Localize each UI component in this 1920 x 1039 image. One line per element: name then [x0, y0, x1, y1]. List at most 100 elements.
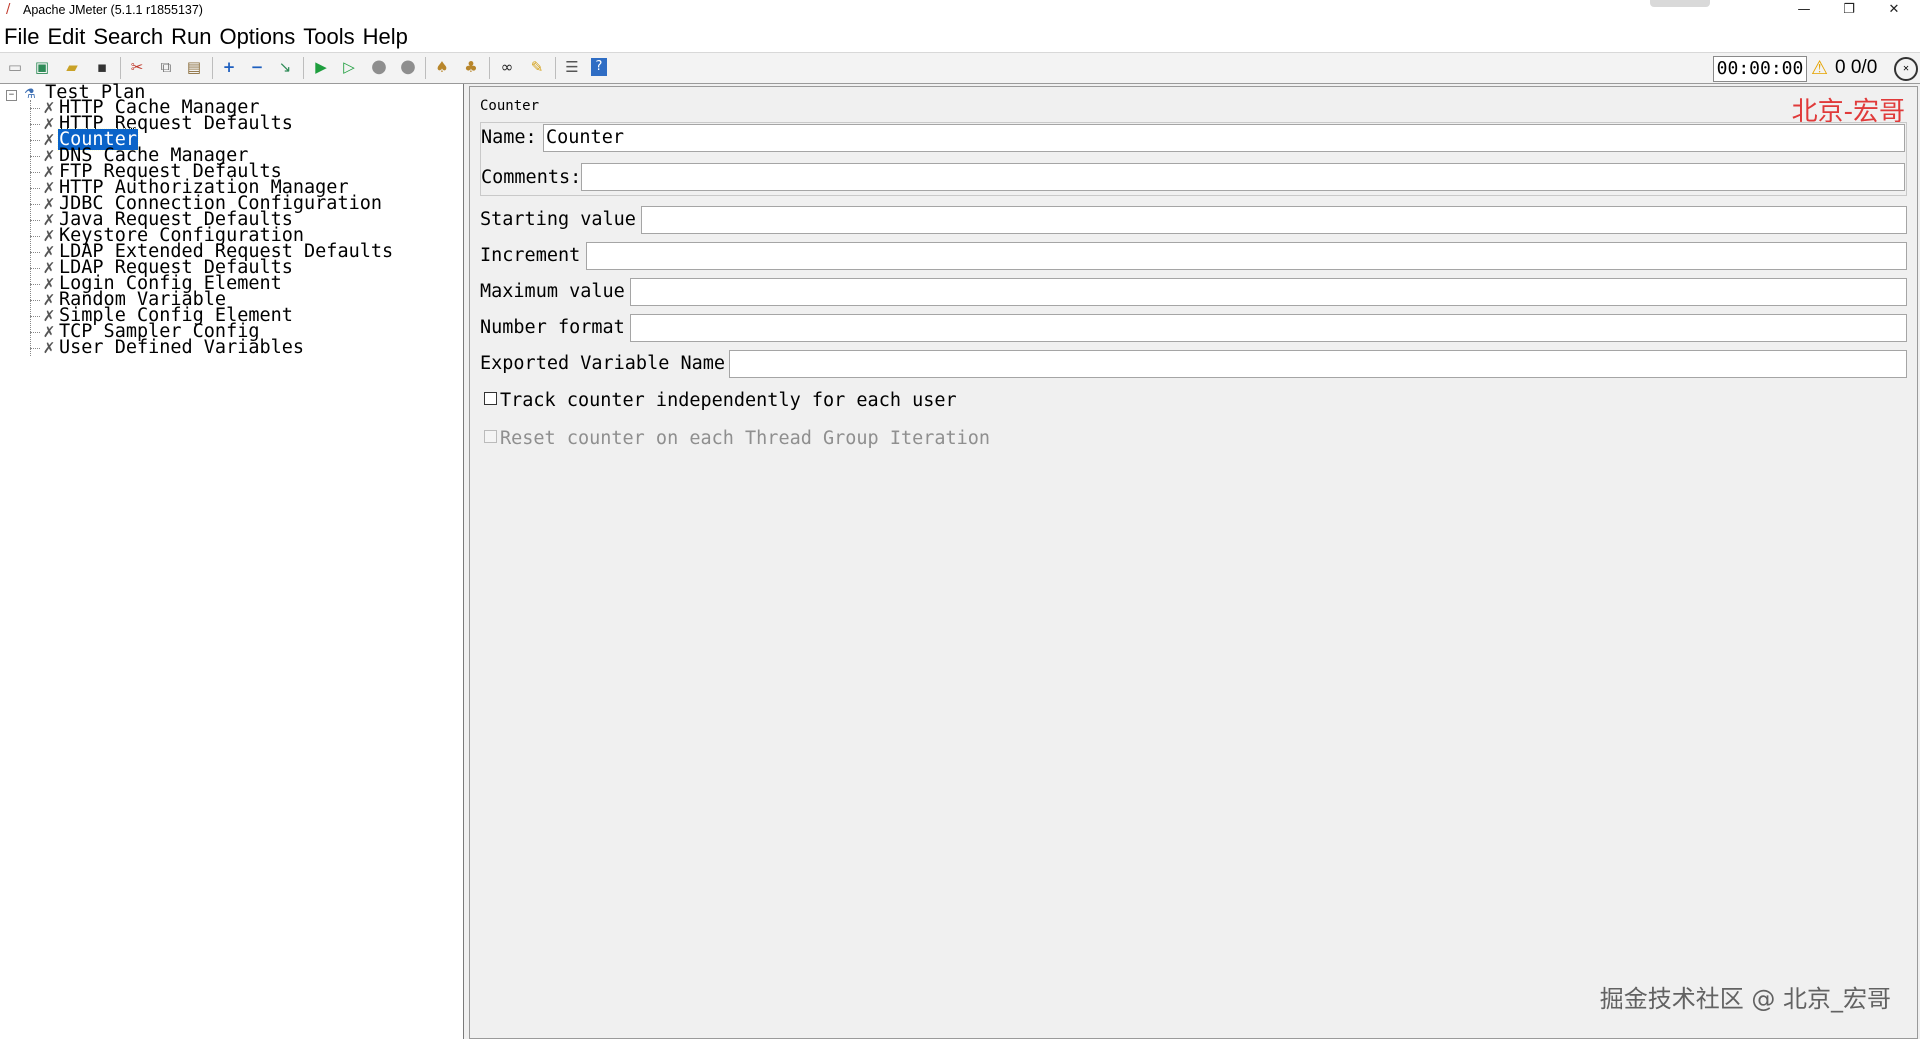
tree-connector	[30, 267, 40, 269]
warning-indicator[interactable]: ⚠	[1811, 58, 1828, 78]
close-button[interactable]: ✕	[1872, 0, 1916, 22]
collapse-toggle-icon[interactable]: −	[6, 90, 17, 101]
thread-counts: 0/0	[1850, 57, 1878, 78]
test-plan-tree: − ⚗ Test Plan ✗ HTTP Cache Manager ✗ HTTP R…	[0, 83, 464, 1039]
maximum-value-label: Maximum value	[480, 281, 625, 302]
config-element-icon: ✗	[42, 227, 56, 245]
exported-variable-field[interactable]	[729, 350, 1907, 378]
minimize-button[interactable]: —	[1782, 0, 1826, 22]
stop-icon[interactable]: ●	[369, 57, 389, 77]
tree-item[interactable]: ✗ User Defined Variables	[30, 337, 305, 358]
open-icon[interactable]: ▰	[62, 57, 82, 77]
toolbar: ▭ ▣ ▰ ▪ ✂ ⧉ ▤ + − ↘ ▶ ▷ ● ● ♠ ♣ ∞ ✎ ☰ ? …	[0, 53, 1920, 84]
menu-run[interactable]: Run	[167, 22, 215, 50]
config-element-icon: ✗	[42, 211, 56, 229]
exported-variable-label: Exported Variable Name	[480, 353, 726, 374]
track-counter-checkbox[interactable]: Track counter independently for each use…	[484, 388, 957, 414]
templates-icon[interactable]: ▣	[32, 57, 52, 77]
comments-label: Comments:	[481, 167, 582, 188]
config-element-icon: ✗	[42, 195, 56, 213]
toolbar-separator	[555, 57, 556, 79]
config-element-icon: ✗	[42, 275, 56, 293]
tree-connector	[30, 171, 40, 173]
cut-icon[interactable]: ✂	[127, 57, 147, 77]
elapsed-timer: 00:00:00	[1713, 56, 1807, 82]
toolbar-separator	[120, 57, 121, 79]
name-field[interactable]: Counter	[543, 124, 1905, 152]
shutdown-icon[interactable]: ●	[398, 57, 418, 77]
clear-all-icon[interactable]: ♣	[461, 57, 481, 77]
expand-icon[interactable]: +	[219, 57, 239, 77]
config-element-icon: ✗	[42, 323, 56, 341]
warning-count: 0	[1835, 57, 1846, 78]
title-grip	[1650, 0, 1710, 7]
menu-search[interactable]: Search	[89, 22, 167, 50]
menu-tools[interactable]: Tools	[299, 22, 358, 50]
config-element-icon: ✗	[42, 259, 56, 277]
start-no-pause-icon[interactable]: ▷	[339, 57, 359, 77]
community-watermark: 掘金技术社区 @ 北京_宏哥	[1599, 985, 1891, 1013]
comments-field[interactable]	[581, 163, 1905, 191]
config-element-icon: ✗	[42, 147, 56, 165]
tree-connector	[30, 251, 40, 253]
config-element-icon: ✗	[42, 115, 56, 133]
tree-connector	[30, 187, 40, 189]
tree-connector	[30, 347, 40, 349]
toolbar-separator	[489, 57, 490, 79]
clear-icon[interactable]: ♠	[432, 57, 452, 77]
toolbar-separator	[425, 57, 426, 79]
menu-help[interactable]: Help	[359, 22, 412, 50]
tree-connector	[30, 139, 40, 141]
reset-counter-label: Reset counter on each Thread Group Itera…	[500, 428, 991, 449]
collapse-icon[interactable]: −	[247, 57, 267, 77]
config-element-icon: ✗	[42, 179, 56, 197]
track-counter-label: Track counter independently for each use…	[500, 390, 957, 411]
remote-status-icon[interactable]: ✕	[1894, 57, 1918, 81]
toggle-icon[interactable]: ↘	[275, 57, 295, 77]
warning-icon: ⚠	[1811, 57, 1829, 79]
restore-button[interactable]: ❐	[1827, 0, 1871, 22]
help-icon[interactable]: ?	[591, 58, 607, 76]
save-icon[interactable]: ▪	[92, 57, 112, 77]
config-element-icon: ✗	[42, 339, 56, 357]
new-icon[interactable]: ▭	[5, 57, 25, 77]
tree-connector	[30, 155, 40, 157]
maximum-value-field[interactable]	[630, 278, 1907, 306]
copy-icon[interactable]: ⧉	[156, 57, 176, 77]
checkbox-box[interactable]	[484, 392, 497, 405]
config-element-icon: ✗	[42, 99, 56, 117]
reset-search-icon[interactable]: ✎	[527, 57, 547, 77]
config-element-icon: ✗	[42, 163, 56, 181]
menu-options[interactable]: Options	[215, 22, 299, 50]
function-helper-icon[interactable]: ☰	[562, 57, 582, 77]
tree-connector	[30, 203, 40, 205]
number-format-label: Number format	[480, 317, 625, 338]
tree-item-label: User Defined Variables	[59, 337, 305, 358]
menu-bar: File Edit Search Run Options Tools Help	[0, 22, 1920, 53]
jmeter-feather-icon: /	[6, 2, 11, 17]
tree-connector	[30, 315, 40, 317]
panel-title: Counter	[480, 98, 540, 114]
config-element-icon: ✗	[42, 243, 56, 261]
toolbar-separator	[303, 57, 304, 79]
tree-connector	[30, 299, 40, 301]
paste-icon[interactable]: ▤	[184, 57, 204, 77]
number-format-field[interactable]	[630, 314, 1907, 342]
tree-connector	[30, 331, 40, 333]
search-icon[interactable]: ∞	[497, 57, 517, 77]
reset-counter-checkbox: Reset counter on each Thread Group Itera…	[484, 426, 990, 452]
tree-connector	[30, 123, 40, 125]
title-bar: / Apache JMeter (5.1.1 r1855137) — ❐ ✕	[0, 0, 1920, 22]
increment-field[interactable]	[586, 242, 1907, 270]
window-title: Apache JMeter (5.1.1 r1855137)	[23, 3, 203, 17]
checkbox-box	[484, 430, 497, 443]
config-element-icon: ✗	[42, 131, 56, 149]
toolbar-separator	[212, 57, 213, 79]
start-icon[interactable]: ▶	[311, 57, 331, 77]
tree-connector	[30, 283, 40, 285]
starting-value-field[interactable]	[641, 206, 1907, 234]
menu-file[interactable]: File	[0, 22, 43, 50]
status-counts: 0 0/0	[1835, 57, 1877, 79]
menu-edit[interactable]: Edit	[43, 22, 89, 50]
name-label: Name:	[481, 127, 537, 148]
